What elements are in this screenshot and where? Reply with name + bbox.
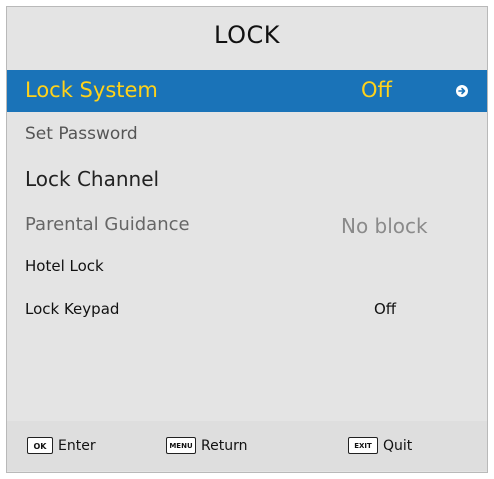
footer-hint-bar: OK Enter MENU Return EXIT Quit [7,421,487,471]
ok-enter-hint[interactable]: OK Enter [27,437,96,454]
hint-label: Quit [383,437,413,454]
menu-item-label: Lock Channel [25,167,160,191]
arrow-right-icon [456,85,468,97]
menu-item-label: Set Password [25,124,138,144]
menu-item-value: Off [374,300,397,318]
menu-item-label: Lock Keypad [25,300,120,318]
lock-menu-panel: LOCK Lock System Off Set Password Lock C… [6,6,488,473]
exit-quit-hint[interactable]: EXIT Quit [348,437,412,454]
menu-item-hotel-lock[interactable]: Hotel Lock [7,257,487,283]
menu-item-lock-keypad[interactable]: Lock Keypad Off [7,300,487,326]
menu-item-label: Lock System [25,78,158,102]
ok-key-icon: OK [27,437,53,454]
hint-label: Return [201,437,248,454]
menu-key-icon: MENU [166,437,196,454]
menu-item-value: Off [361,78,392,102]
hint-label: Enter [58,437,96,454]
menu-item-value: No block [341,214,428,238]
menu-item-label: Parental Guidance [25,214,190,235]
menu-item-lock-system[interactable]: Lock System Off [7,70,487,112]
menu-item-parental-guidance[interactable]: Parental Guidance No block [7,214,487,244]
menu-return-hint[interactable]: MENU Return [166,437,247,454]
menu-item-lock-channel[interactable]: Lock Channel [7,167,487,197]
exit-key-icon: EXIT [348,437,378,454]
menu-item-set-password[interactable]: Set Password [7,124,487,154]
menu-item-label: Hotel Lock [25,257,104,275]
menu-title: LOCK [214,21,280,49]
